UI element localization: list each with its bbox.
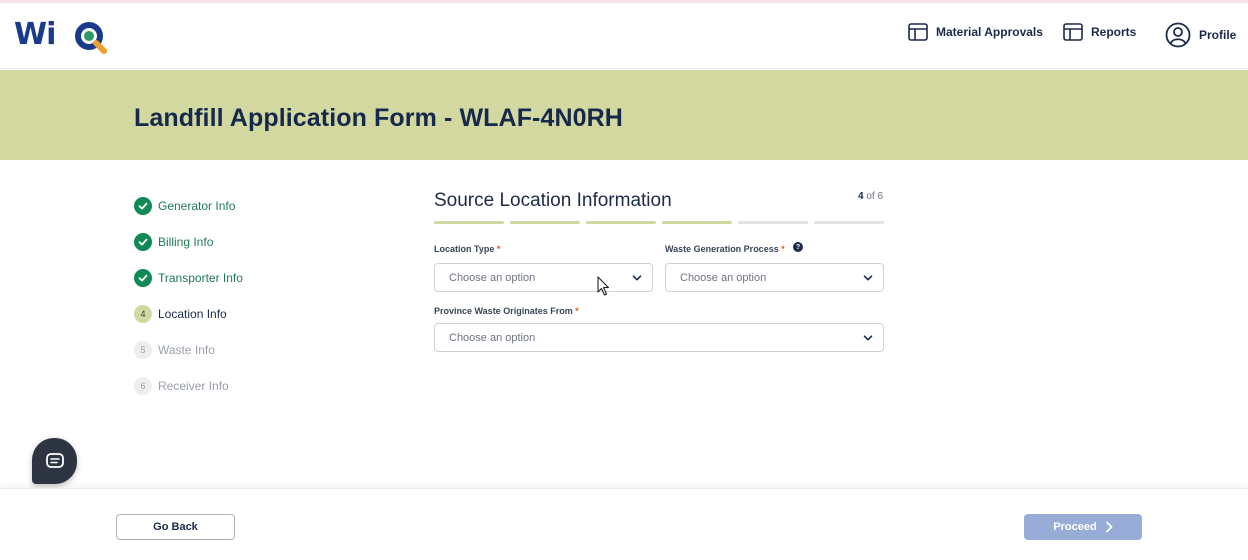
- step-label: Transporter Info: [158, 271, 243, 285]
- nav-material-approvals[interactable]: Material Approvals: [908, 23, 1043, 41]
- step-location-info[interactable]: 4 Location Info: [134, 296, 334, 332]
- step-number-badge: 6: [134, 377, 152, 395]
- select-value: Choose an option: [449, 331, 536, 344]
- check-circle-icon: [134, 233, 152, 251]
- layout-panel-icon: [908, 23, 928, 41]
- progress-segment: [586, 221, 656, 224]
- progress-segment: [434, 221, 504, 224]
- nav-label: Reports: [1091, 25, 1137, 39]
- chevron-down-icon: [863, 335, 873, 341]
- step-receiver-info[interactable]: 6 Receiver Info: [134, 368, 334, 404]
- required-mark: *: [575, 306, 579, 316]
- waste-generation-process-label: Waste Generation Process *: [665, 244, 785, 254]
- mouse-pointer-icon: [597, 276, 610, 296]
- chevron-down-icon: [863, 275, 873, 281]
- progress-bar: [434, 221, 884, 224]
- progress-segment: [662, 221, 732, 224]
- help-icon[interactable]: ?: [793, 242, 803, 252]
- logo-text: Wi: [14, 17, 56, 52]
- chevron-down-icon: [632, 275, 642, 281]
- province-origin-label: Province Waste Originates From *: [434, 306, 579, 316]
- page: Wi Material Approvals Reports Profile La…: [0, 0, 1248, 560]
- location-type-select[interactable]: Choose an option: [434, 263, 653, 292]
- nav-profile[interactable]: Profile: [1165, 22, 1236, 48]
- step-label: Location Info: [158, 307, 227, 321]
- proceed-label: Proceed: [1053, 521, 1097, 533]
- chevron-right-icon: [1105, 521, 1113, 533]
- progress-segment: [510, 221, 580, 224]
- step-current: 4: [858, 191, 864, 202]
- nav-reports[interactable]: Reports: [1063, 23, 1136, 41]
- layout-panel-icon: [1063, 23, 1083, 41]
- go-back-button[interactable]: Go Back: [116, 514, 235, 540]
- step-number-badge: 4: [134, 305, 152, 323]
- user-circle-icon: [1165, 22, 1191, 48]
- province-origin-select[interactable]: Choose an option: [434, 323, 884, 352]
- step-label: Waste Info: [158, 343, 215, 357]
- title-banner: Landfill Application Form - WLAF-4N0RH: [0, 70, 1248, 160]
- step-label: Billing Info: [158, 235, 214, 249]
- select-value: Choose an option: [449, 271, 536, 284]
- location-type-label: Location Type *: [434, 244, 501, 254]
- nav-label: Profile: [1199, 28, 1237, 42]
- form-section-title: Source Location Information: [434, 190, 672, 211]
- progress-segment: [814, 221, 884, 224]
- check-circle-icon: [134, 269, 152, 287]
- check-circle-icon: [134, 197, 152, 215]
- step-label: Generator Info: [158, 199, 236, 213]
- chat-bubble-icon: [45, 453, 64, 468]
- wiq-logo[interactable]: Wi: [14, 17, 107, 57]
- nav-label: Material Approvals: [936, 25, 1043, 39]
- waste-generation-process-select[interactable]: Choose an option: [665, 263, 884, 292]
- proceed-button[interactable]: Proceed: [1024, 514, 1142, 540]
- step-billing-info[interactable]: Billing Info: [134, 224, 334, 260]
- step-total: of 6: [866, 191, 884, 202]
- step-transporter-info[interactable]: Transporter Info: [134, 260, 334, 296]
- form-footer: Go Back Proceed: [0, 488, 1248, 560]
- progress-segment: [738, 221, 808, 224]
- chat-launcher-button[interactable]: [32, 438, 77, 484]
- magnifier-q-logo-icon: [75, 22, 107, 54]
- step-number-badge: 5: [134, 341, 152, 359]
- step-waste-info[interactable]: 5 Waste Info: [134, 332, 334, 368]
- required-mark: *: [496, 244, 501, 254]
- app-header: Wi Material Approvals Reports Profile: [0, 3, 1248, 69]
- step-label: Receiver Info: [158, 379, 229, 393]
- select-value: Choose an option: [680, 271, 767, 284]
- step-counter: 4 of 6: [858, 191, 883, 202]
- step-navigator: Generator Info Billing Info Transporter …: [134, 188, 334, 404]
- step-generator-info[interactable]: Generator Info: [134, 188, 334, 224]
- required-mark: *: [781, 244, 785, 254]
- page-title: Landfill Application Form - WLAF-4N0RH: [134, 104, 623, 132]
